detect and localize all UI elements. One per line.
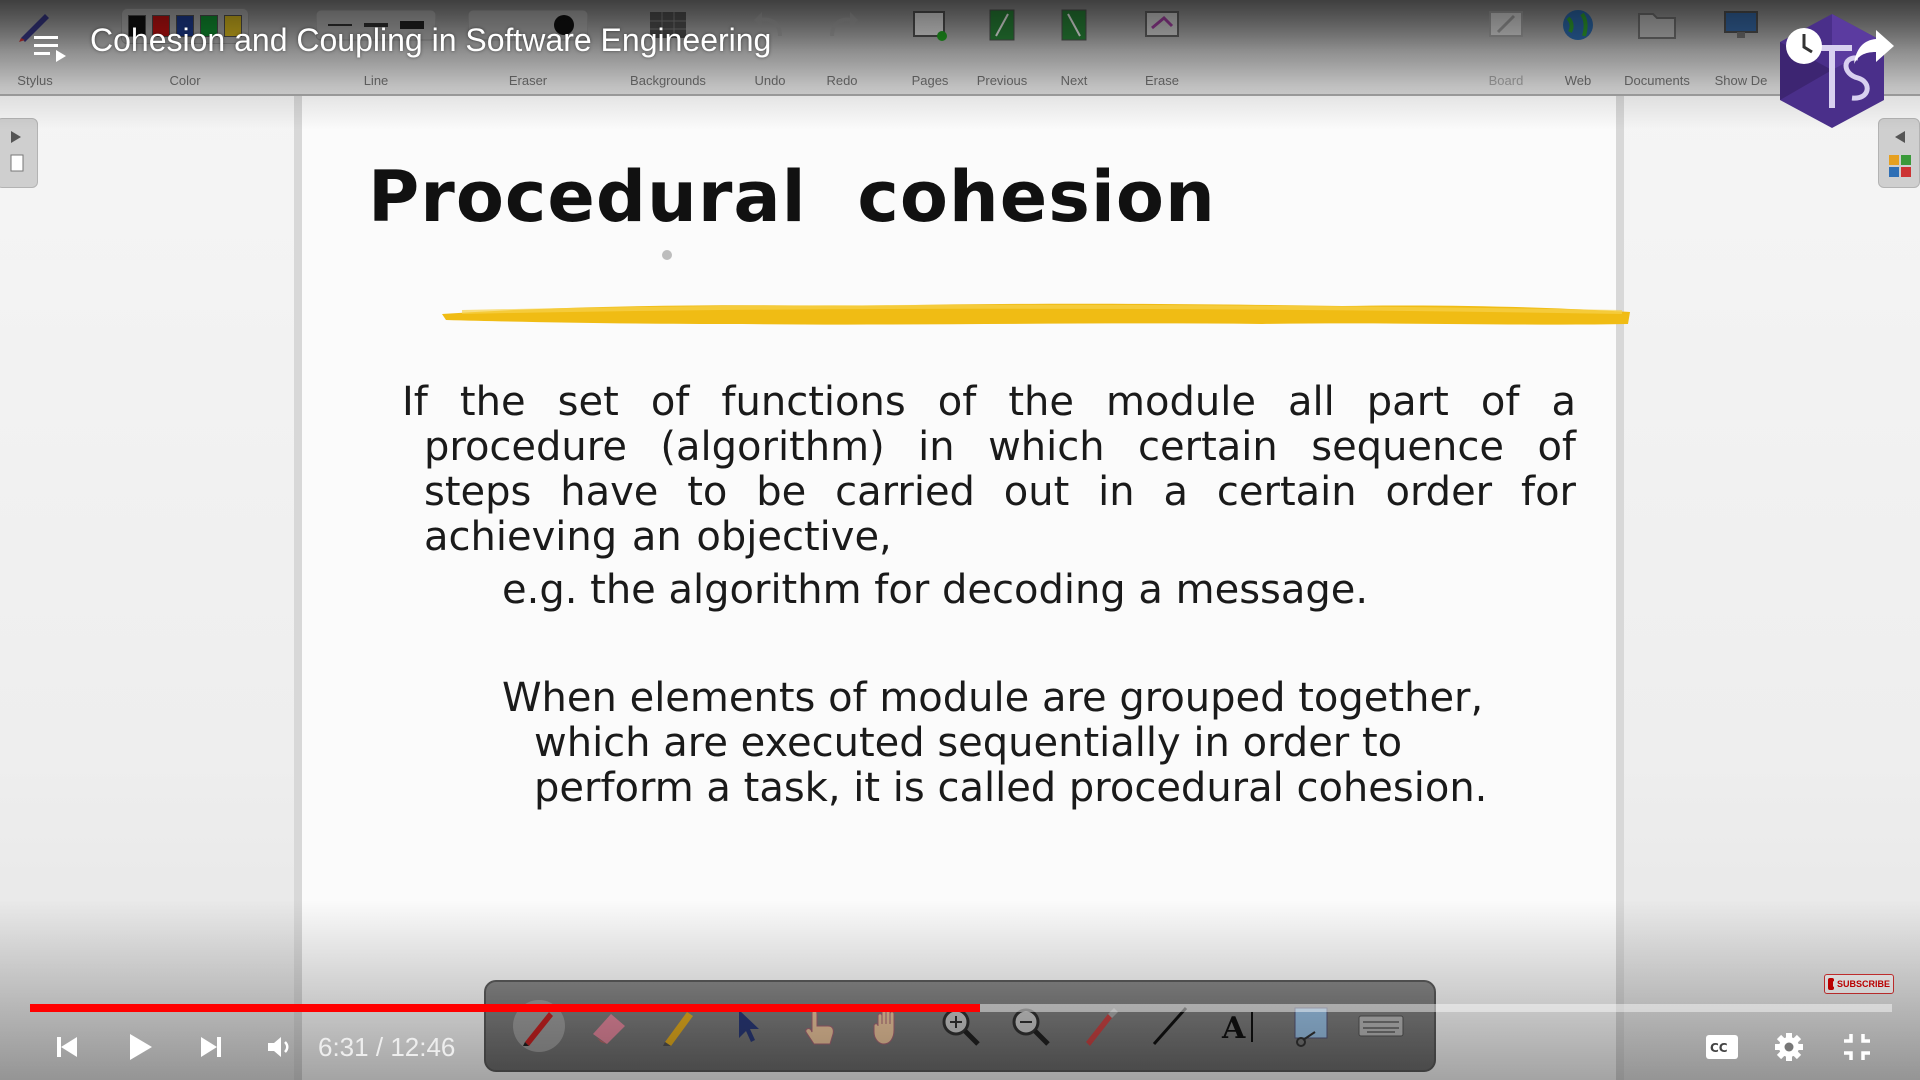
toolbar-label: Undo [754,73,786,88]
toolbar-label: Board [1488,73,1524,88]
playlist-icon[interactable] [30,30,70,66]
toolbar-label: Show De [1714,73,1768,88]
next-page-icon [1061,9,1087,41]
subscribe-label: SUBSCRIBE [1836,979,1890,989]
mute-button[interactable] [252,1022,306,1072]
monitor-icon [1724,11,1758,38]
previous-icon [57,1037,77,1057]
share-icon[interactable] [1850,24,1898,68]
toolbar-label: Color [169,73,201,88]
exit-fullscreen-icon [1844,1034,1870,1060]
svg-text:CC: CC [1710,1041,1728,1055]
toolbar-label: Erase [1145,73,1179,88]
board-tool: Board [1476,8,1536,88]
slide-example: e.g. the algorithm for decoding a messag… [502,567,1369,613]
toolbar-label: Redo [826,73,858,88]
toolbar-label: Stylus [17,73,53,88]
slide-paragraph-summary: When elements of module are grouped toge… [502,675,1488,811]
subscribe-button[interactable]: SUBSCRIBE [1824,974,1894,994]
play-icon [130,1034,152,1060]
time-total: 12:46 [390,1032,456,1062]
toolbar-label: Backgrounds [630,73,706,88]
settings-button[interactable] [1762,1022,1816,1072]
youtube-play-icon [1828,978,1838,990]
pages-icon [913,11,947,41]
pages-tool: Pages [900,8,960,88]
folder-icon [1638,13,1676,39]
redo-icon [830,12,858,37]
play-button[interactable] [112,1022,166,1072]
documents-tool: Documents [1612,8,1702,88]
exit-fullscreen-button[interactable] [1830,1022,1884,1072]
previous-page-icon [989,9,1015,41]
toolbar-label: Next [1060,73,1088,88]
settings-icon [1775,1033,1803,1061]
next-page-tool: Next [1044,8,1104,88]
captions-button[interactable]: CC [1695,1022,1749,1072]
next-button[interactable] [184,1022,238,1072]
time-current: 6:31 [318,1032,369,1062]
slide-paragraph-definition: If the set of functions of the module al… [402,379,1576,560]
previous-page-tool: Previous [970,8,1034,88]
toolbar-label: Documents [1624,73,1690,88]
toolbar-label: Line [363,73,389,88]
previous-button[interactable] [40,1022,94,1072]
erase-tool: Erase [1132,8,1192,88]
left-panel-handle[interactable] [0,118,38,188]
slide-dot [662,250,672,260]
annotation-tool-tray: A [484,980,1436,1072]
progress-played [30,1004,980,1012]
captions-icon: CC [1706,1035,1738,1059]
toolbar-label: Web [1564,73,1592,88]
time-separator: / [375,1032,384,1062]
text-tool-label: A [1221,1011,1246,1046]
globe-icon [1563,10,1593,40]
toolbar-label: Pages [911,73,949,88]
toolbar-label: Eraser [508,73,548,88]
toolbar-label: Previous [976,73,1028,88]
web-tool: Web [1548,8,1608,88]
time-display: 6:31 / 12:46 [318,1032,455,1063]
progress-bar[interactable] [30,1004,1892,1012]
video-frame[interactable]: Stylus Color Line Eraser Backgrounds Und… [0,0,1920,1080]
watch-later-icon[interactable] [1782,24,1826,68]
volume-icon [268,1037,289,1057]
show-desktop-tool: Show De [1706,8,1776,88]
expand-right-icon [10,131,24,172]
presentation-slide: Procedural cohesion If the set of functi… [294,96,1630,1080]
board-icon [1489,11,1523,37]
highlighter-stroke [442,303,1630,325]
slide-title: Procedural cohesion [368,156,1216,238]
video-title[interactable]: Cohesion and Coupling in Software Engine… [90,22,771,59]
erase-page-icon [1145,11,1179,37]
next-icon [201,1037,221,1057]
redo-tool: Redo [812,8,872,88]
